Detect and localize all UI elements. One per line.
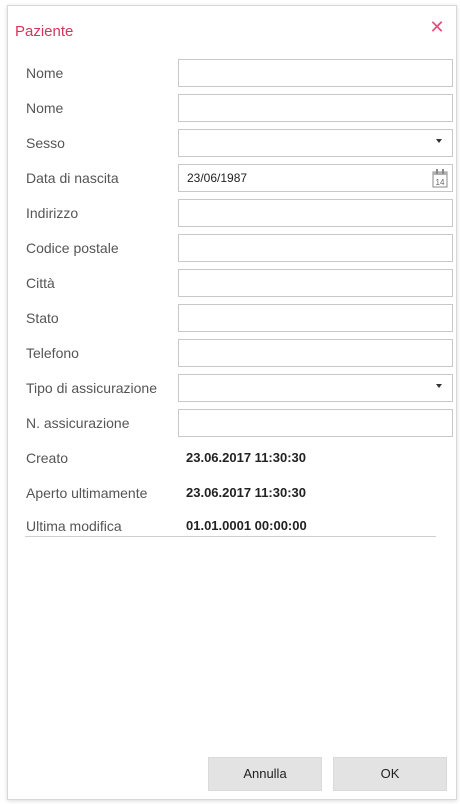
tipo-assicurazione-select[interactable] [178,374,453,402]
info-label: Ultima modifica [26,518,122,534]
chevron-down-icon [436,384,442,388]
telefono-input[interactable] [178,339,453,367]
cancel-button[interactable]: Annulla [208,757,322,791]
row-creato: Creato 23.06.2017 11:30:30 [26,444,456,474]
field-label: Nome [26,100,64,116]
field-value: 23/06/1987 [187,171,248,185]
row-n-assicurazione: N. assicurazione [26,409,456,439]
data-nascita-input[interactable]: 23/06/1987 14 [178,164,453,192]
field-label: Indirizzo [26,205,79,221]
row-nome-2: Nome [26,94,456,124]
nome-input-1[interactable] [178,59,453,87]
row-sesso: Sesso [26,129,456,159]
calendar-icon[interactable]: 14 [432,168,448,188]
calendar-day: 14 [436,178,445,187]
codice-postale-input[interactable] [178,234,453,262]
citta-input[interactable] [178,269,453,297]
info-label: Creato [26,450,69,466]
row-telefono: Telefono [26,339,456,369]
chevron-down-icon [436,139,442,143]
field-label: Codice postale [26,240,119,256]
row-aperto-ultimamente: Aperto ultimamente 23.06.2017 11:30:30 [26,479,456,509]
indirizzo-input[interactable] [178,199,453,227]
divider [25,536,436,537]
field-label: Stato [26,310,59,326]
field-label: N. assicurazione [26,415,130,431]
row-citta: Città [26,269,456,299]
patient-dialog: Paziente ✕ Nome Nome Sesso Data di nasci… [7,5,457,800]
row-codice-postale: Codice postale [26,234,456,264]
ok-button[interactable]: OK [333,757,447,791]
field-label: Sesso [26,135,65,151]
stato-input[interactable] [178,304,453,332]
sesso-select[interactable] [178,129,453,157]
row-stato: Stato [26,304,456,334]
field-label: Nome [26,65,64,81]
field-label: Tipo di assicurazione [26,380,157,396]
row-indirizzo: Indirizzo [26,199,456,229]
nome-input-2[interactable] [178,94,453,122]
row-nome-1: Nome [26,59,456,89]
info-value: 23.06.2017 11:30:30 [186,485,306,500]
info-value: 01.01.0001 00:00:00 [186,518,307,533]
row-data-nascita: Data di nascita 23/06/1987 14 [26,164,456,194]
row-tipo-assicurazione: Tipo di assicurazione [26,374,456,404]
info-label: Aperto ultimamente [26,485,148,501]
n-assicurazione-input[interactable] [178,409,453,437]
dialog-title: Paziente [15,23,74,40]
field-label: Città [26,275,55,291]
row-ultima-modifica: Ultima modifica 01.01.0001 00:00:00 [26,512,456,542]
close-icon[interactable]: ✕ [428,18,446,36]
field-label: Data di nascita [26,170,119,186]
info-value: 23.06.2017 11:30:30 [186,450,306,465]
field-label: Telefono [26,345,79,361]
